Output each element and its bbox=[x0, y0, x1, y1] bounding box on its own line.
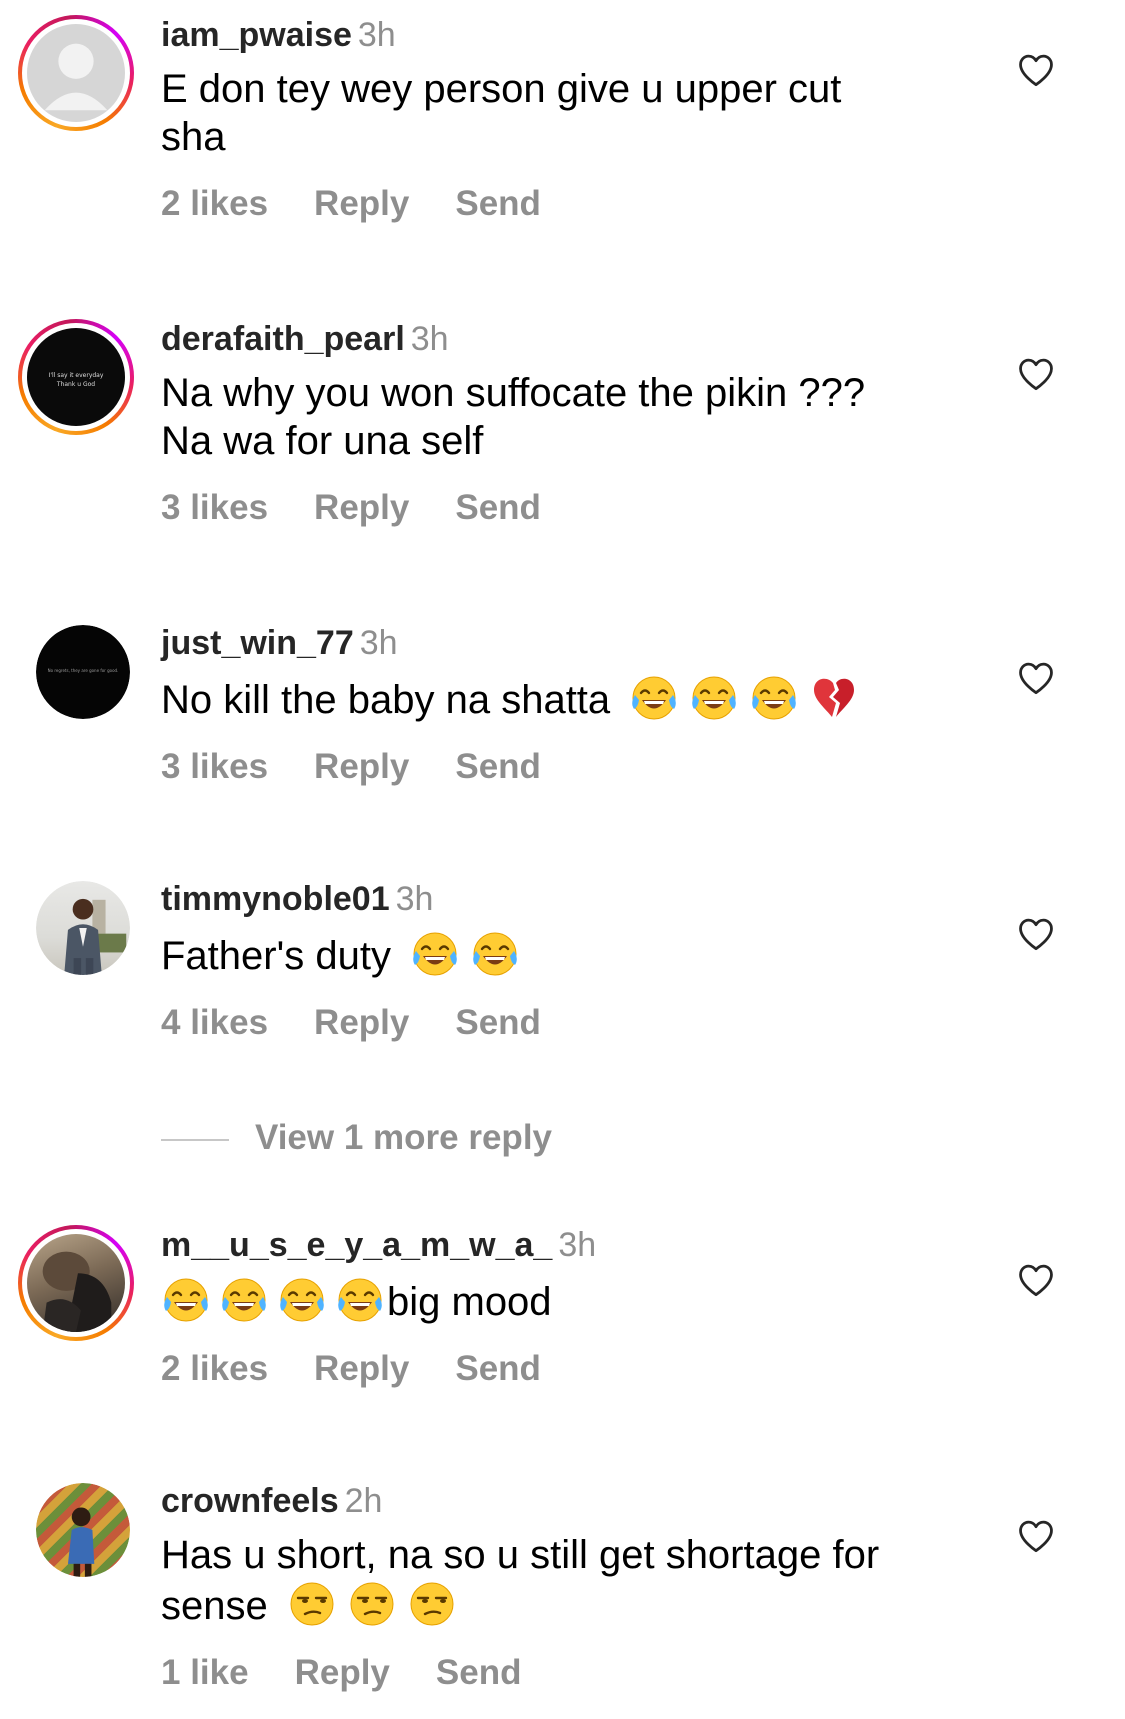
reply-button[interactable]: Reply bbox=[314, 1348, 409, 1390]
comment-text: Na why you won suffocate the pikin ??? N… bbox=[161, 371, 866, 463]
send-button[interactable]: Send bbox=[455, 1002, 541, 1044]
comment-meta: m__u_s_e_y_a_m_w_a_ 3h bbox=[161, 1225, 955, 1265]
comment-meta: just_win_77 3h bbox=[161, 623, 955, 663]
default-avatar-icon bbox=[44, 43, 108, 111]
heart-icon[interactable] bbox=[1017, 1263, 1055, 1297]
comment-text: No kill the baby na shatta bbox=[161, 673, 955, 724]
comment-username[interactable]: iam_pwaise bbox=[161, 16, 352, 54]
avatar[interactable]: No regrets, they are gone for good. bbox=[36, 625, 130, 719]
unamused-face-emoji bbox=[407, 1579, 457, 1629]
reply-button[interactable]: Reply bbox=[314, 183, 409, 225]
face-with-tears-of-joy-emoji bbox=[689, 673, 739, 723]
reply-thread-line bbox=[161, 1138, 229, 1141]
likes-count[interactable]: 4 likes bbox=[161, 1002, 268, 1044]
comment-actions: 4 likes Reply Send bbox=[161, 1002, 955, 1044]
comment-meta: timmynoble01 3h bbox=[161, 879, 955, 919]
comment-text: E don tey wey person give u upper cut sh… bbox=[161, 67, 842, 159]
comment-actions: 3 likes Reply Send bbox=[161, 746, 955, 788]
face-with-tears-of-joy-emoji bbox=[470, 929, 520, 979]
send-button[interactable]: Send bbox=[436, 1652, 522, 1694]
heart-icon[interactable] bbox=[1017, 357, 1055, 391]
face-with-tears-of-joy-emoji bbox=[219, 1275, 269, 1325]
likes-count[interactable]: 3 likes bbox=[161, 746, 268, 788]
comment-username[interactable]: derafaith_pearl bbox=[161, 320, 405, 358]
avatar[interactable] bbox=[36, 1483, 130, 1577]
comment-meta: iam_pwaise 3h bbox=[161, 15, 955, 55]
unamused-face-emoji bbox=[287, 1579, 337, 1629]
comment-time: 3h bbox=[395, 880, 434, 918]
send-button[interactable]: Send bbox=[455, 746, 541, 788]
heart-icon[interactable] bbox=[1017, 661, 1055, 695]
profile-photo bbox=[67, 1507, 95, 1577]
reply-button[interactable]: Reply bbox=[314, 1002, 409, 1044]
comment-time: 3h bbox=[359, 624, 398, 662]
avatar[interactable]: I'll say it everyday Thank u God bbox=[18, 319, 134, 435]
face-with-tears-of-joy-emoji bbox=[277, 1275, 327, 1325]
send-button[interactable]: Send bbox=[455, 183, 541, 225]
heart-icon[interactable] bbox=[1017, 1519, 1055, 1553]
comment-username[interactable]: m__u_s_e_y_a_m_w_a_ bbox=[161, 1226, 552, 1264]
likes-count[interactable]: 3 likes bbox=[161, 487, 268, 529]
likes-count[interactable]: 2 likes bbox=[161, 1348, 268, 1390]
profile-photo bbox=[42, 1251, 112, 1332]
broken-heart-emoji bbox=[809, 673, 859, 723]
likes-count[interactable]: 1 like bbox=[161, 1652, 249, 1694]
comment-actions: 3 likes Reply Send bbox=[161, 487, 955, 529]
send-button[interactable]: Send bbox=[455, 487, 541, 529]
comment-username[interactable]: timmynoble01 bbox=[161, 880, 390, 918]
heart-icon[interactable] bbox=[1017, 53, 1055, 87]
comment-actions: 2 likes Reply Send bbox=[161, 1348, 955, 1390]
comment-text: big mood bbox=[161, 1275, 955, 1326]
face-with-tears-of-joy-emoji bbox=[335, 1275, 385, 1325]
face-with-tears-of-joy-emoji bbox=[629, 673, 679, 723]
comment-actions: 2 likes Reply Send bbox=[161, 183, 955, 225]
likes-count[interactable]: 2 likes bbox=[161, 183, 268, 225]
comment-actions: 1 like Reply Send bbox=[161, 1652, 955, 1694]
comment-username[interactable]: crownfeels bbox=[161, 1482, 339, 1520]
reply-button[interactable]: Reply bbox=[314, 487, 409, 529]
heart-icon[interactable] bbox=[1017, 917, 1055, 951]
comment-time: 3h bbox=[558, 1226, 597, 1264]
face-with-tears-of-joy-emoji bbox=[749, 673, 799, 723]
face-with-tears-of-joy-emoji bbox=[410, 929, 460, 979]
view-more-replies-button[interactable]: View 1 more reply bbox=[161, 1117, 552, 1159]
reply-button[interactable]: Reply bbox=[314, 746, 409, 788]
comment-text: Has u short, na so u still get shortage … bbox=[161, 1533, 880, 1629]
send-button[interactable]: Send bbox=[455, 1348, 541, 1390]
avatar[interactable] bbox=[18, 1225, 134, 1341]
avatar[interactable] bbox=[18, 15, 134, 131]
face-with-tears-of-joy-emoji bbox=[161, 1275, 211, 1325]
profile-photo bbox=[64, 898, 127, 975]
comment-time: 2h bbox=[344, 1482, 383, 1520]
comment-text: Father's duty bbox=[161, 929, 955, 980]
comment-meta: crownfeels 2h bbox=[161, 1481, 955, 1521]
comment-username[interactable]: just_win_77 bbox=[161, 624, 354, 662]
comment-meta: derafaith_pearl 3h bbox=[161, 319, 955, 359]
avatar[interactable] bbox=[36, 881, 130, 975]
reply-button[interactable]: Reply bbox=[295, 1652, 390, 1694]
unamused-face-emoji bbox=[347, 1579, 397, 1629]
comment-time: 3h bbox=[410, 320, 449, 358]
comment-time: 3h bbox=[357, 16, 396, 54]
